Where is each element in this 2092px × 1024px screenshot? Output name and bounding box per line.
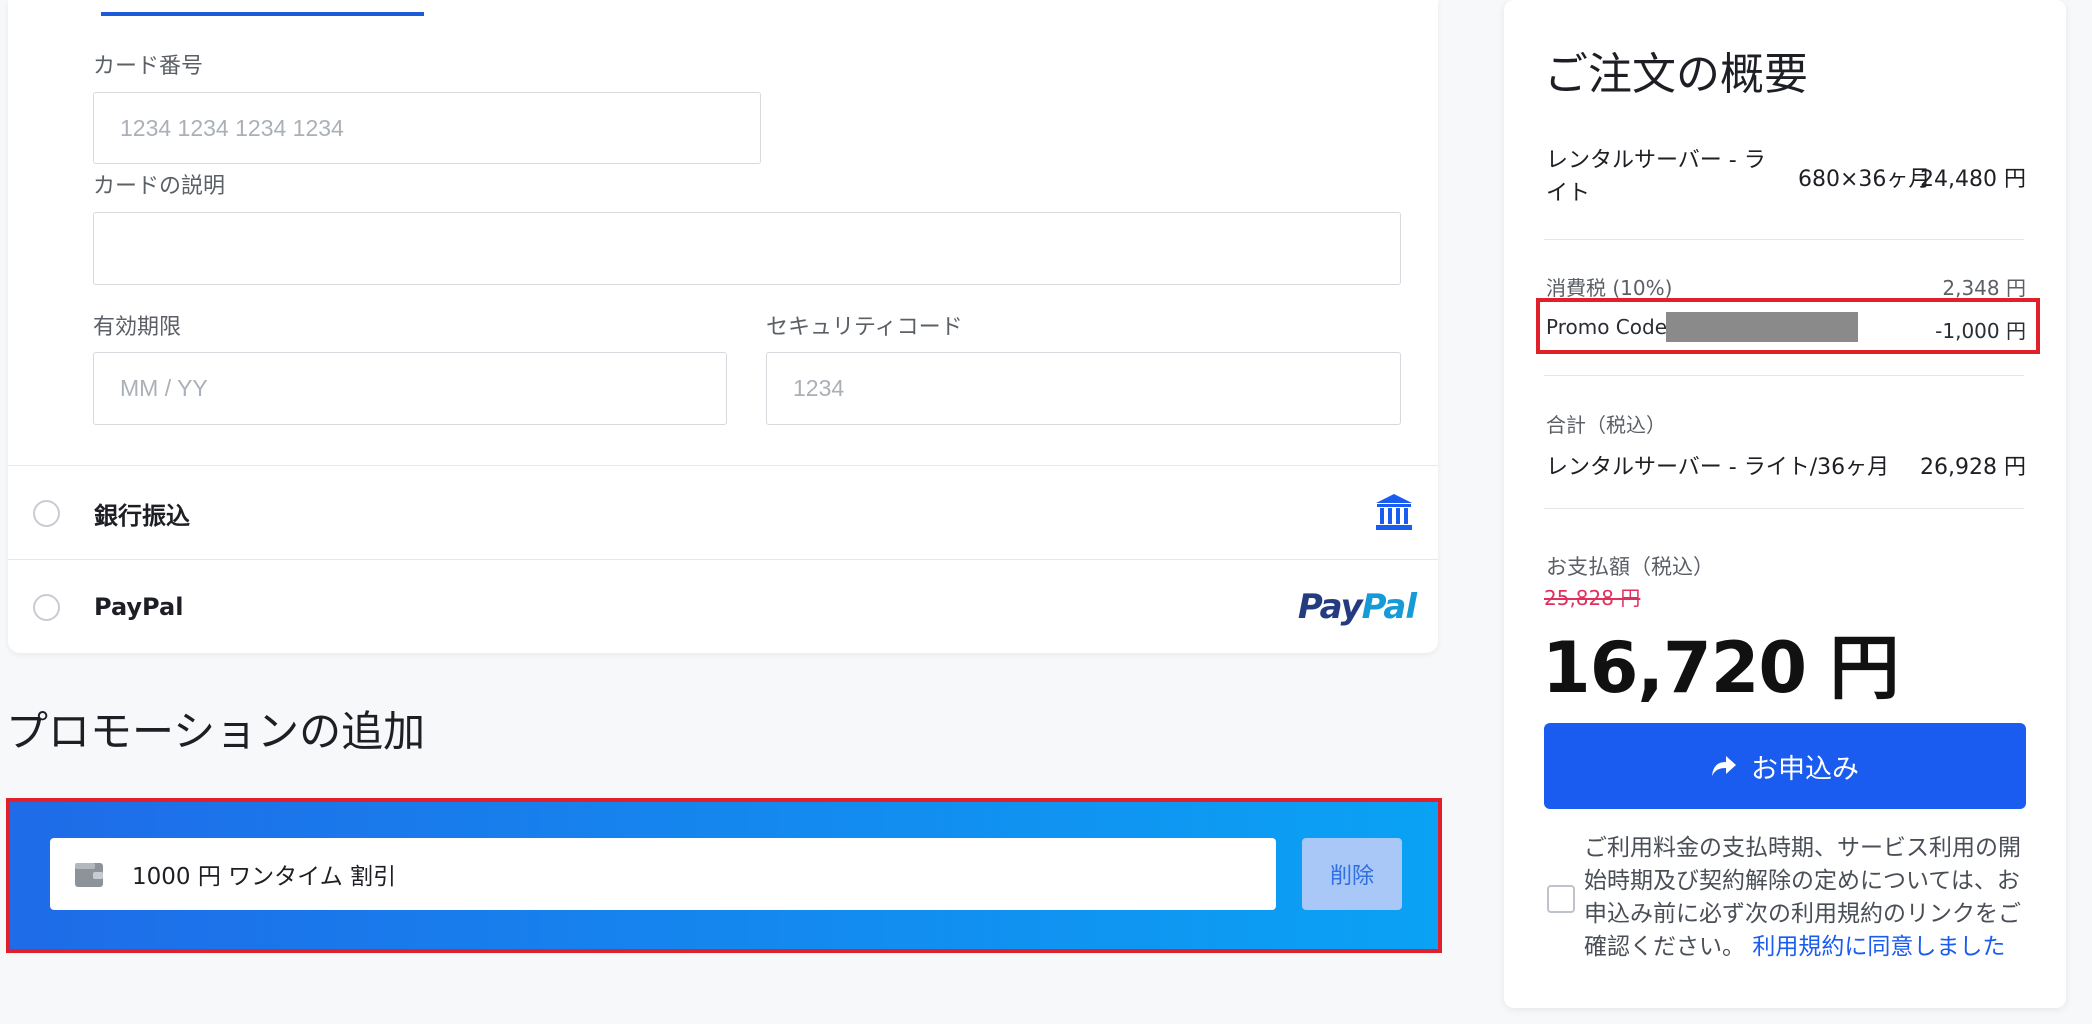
item-name-line1: レンタルサーバー - ラ	[1546, 148, 1766, 173]
total-label: 合計（税込）	[1546, 413, 1666, 437]
card-description-label: カードの説明	[93, 174, 226, 199]
terms-text: ご利用料金の支払時期、サービス利用の開始時期及び契約解除の定めについては、お申込…	[1584, 832, 2024, 964]
terms-checkbox[interactable]	[1547, 885, 1575, 913]
payment-card: カード番号 1234 1234 1234 1234 カードの説明 有効期限 MM…	[8, 0, 1438, 653]
apply-button-label: お申込み	[1751, 753, 1859, 785]
paypal-radio[interactable]	[33, 593, 60, 621]
bank-icon	[1376, 494, 1412, 530]
total-item-name: レンタルサーバー - ライト/36ヶ月	[1546, 455, 1890, 480]
promotion-code-field[interactable]: 1000 円 ワンタイム 割引	[50, 838, 1276, 910]
divider	[1544, 508, 2024, 509]
card-description-input[interactable]	[93, 212, 1401, 285]
cvc-input[interactable]: 1234	[766, 352, 1401, 425]
apply-button[interactable]: お申込み	[1544, 723, 2026, 809]
promo-code-label: Promo Code:	[1546, 315, 1674, 339]
card-number-label: カード番号	[93, 54, 204, 79]
active-tab-indicator	[101, 12, 424, 16]
share-arrow-icon	[1712, 756, 1736, 776]
final-price: 16,720 円	[1542, 627, 1899, 709]
order-summary: ご注文の概要 レンタルサーバー - ラ イト 680×36ヶ月 24,480 円…	[1504, 0, 2066, 1008]
item-name-line2: イト	[1546, 181, 1591, 206]
total-value: 26,928 円	[1920, 455, 2026, 480]
payment-option-paypal[interactable]: PayPal PayPal	[8, 559, 1438, 654]
promotion-heading: プロモーションの追加	[6, 707, 426, 756]
tax-value: 2,348 円	[1942, 276, 2026, 300]
promo-code-line: Promo Code: -1,000 円	[1536, 298, 2040, 354]
payment-amount-label: お支払額（税込）	[1546, 555, 1714, 579]
summary-title: ご注文の概要	[1544, 49, 1808, 100]
paypal-logo-pal: Pal	[1361, 587, 1417, 627]
bank-transfer-label: 銀行振込	[94, 501, 190, 530]
divider	[1544, 375, 2024, 376]
promo-code-value: -1,000 円	[1935, 319, 2026, 343]
payment-option-bank-transfer[interactable]: 銀行振込	[8, 465, 1438, 560]
paypal-logo-pay: Pay	[1297, 587, 1363, 627]
bank-transfer-radio[interactable]	[33, 499, 60, 527]
cvc-label: セキュリティコード	[766, 315, 963, 340]
expiry-label: 有効期限	[93, 315, 182, 340]
tax-label: 消費税 (10%)	[1546, 276, 1673, 300]
card-number-input[interactable]: 1234 1234 1234 1234	[93, 92, 761, 164]
applied-promotion-box: 1000 円 ワンタイム 割引 削除	[6, 798, 1442, 953]
promotion-code-text: 1000 円 ワンタイム 割引	[132, 864, 397, 890]
original-price: 25,828 円	[1544, 586, 1641, 610]
item-quantity: 680×36ヶ月	[1798, 167, 1931, 192]
redacted-promo-code	[1666, 312, 1858, 342]
divider	[1544, 239, 2024, 240]
wallet-icon	[75, 863, 103, 887]
paypal-label: PayPal	[94, 593, 184, 621]
expiry-input[interactable]: MM / YY	[93, 352, 727, 425]
paypal-logo: PayPal	[1297, 587, 1417, 627]
delete-promotion-button[interactable]: 削除	[1302, 838, 1402, 910]
item-price: 24,480 円	[1920, 167, 2026, 192]
terms-link[interactable]: 利用規約に同意しました	[1752, 934, 2005, 960]
